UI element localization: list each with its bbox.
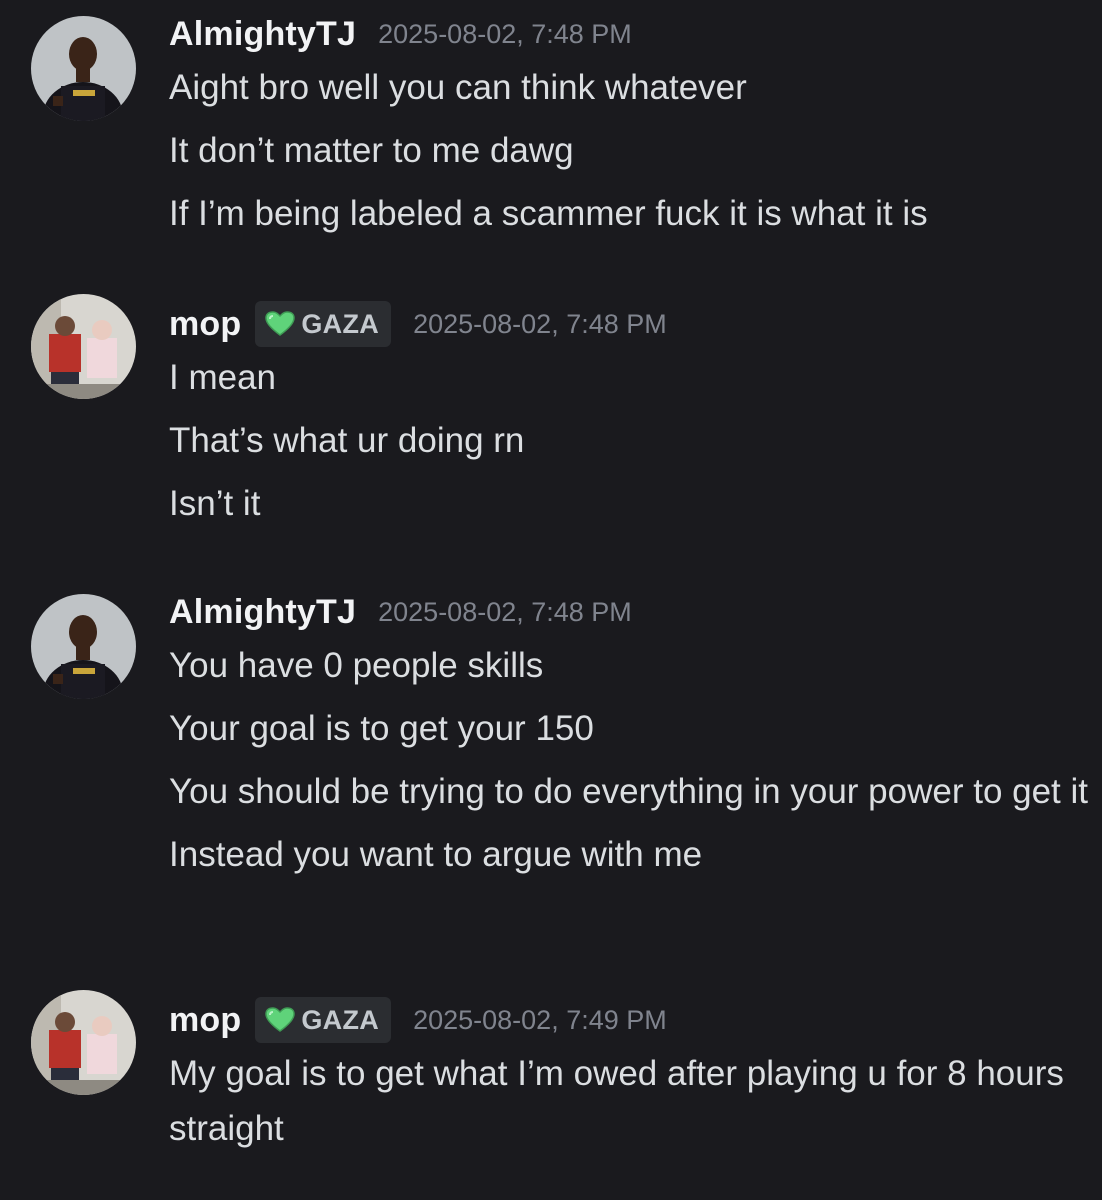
avatar[interactable]	[31, 594, 136, 699]
message-lines: I mean That’s what ur doing rn Isn’t it	[169, 350, 1089, 539]
timestamp[interactable]: 2025-08-02, 7:49 PM	[413, 1005, 667, 1036]
avatar[interactable]	[31, 990, 136, 1095]
message-line[interactable]: You have 0 people skills	[169, 638, 1089, 693]
avatar-photo-icon	[31, 294, 136, 399]
message-header: mop GAZA 2025-08-02, 7:48 PM	[169, 301, 667, 347]
server-tag[interactable]: GAZA	[255, 301, 392, 347]
green-heart-icon	[265, 311, 296, 336]
username[interactable]: mop	[169, 1001, 241, 1040]
timestamp[interactable]: 2025-08-02, 7:48 PM	[413, 309, 667, 340]
message-lines: My goal is to get what I’m owed after pl…	[169, 1046, 1089, 1164]
message-line[interactable]: You should be trying to do everything in…	[169, 764, 1089, 819]
timestamp[interactable]: 2025-08-02, 7:48 PM	[378, 597, 632, 628]
avatar-person-icon	[31, 16, 136, 121]
message-line[interactable]: Your goal is to get your 150	[169, 701, 1089, 756]
message-line[interactable]: Aight bro well you can think whatever	[169, 60, 1089, 115]
username[interactable]: AlmightyTJ	[169, 15, 356, 54]
message-line[interactable]: That’s what ur doing rn	[169, 413, 1089, 468]
server-tag[interactable]: GAZA	[255, 997, 392, 1043]
message-lines: Aight bro well you can think whatever It…	[169, 60, 1089, 249]
server-tag-label: GAZA	[301, 308, 380, 339]
message-header: mop GAZA 2025-08-02, 7:49 PM	[169, 997, 667, 1043]
username[interactable]: AlmightyTJ	[169, 593, 356, 632]
green-heart-icon	[265, 1007, 296, 1032]
avatar-photo-icon	[31, 990, 136, 1095]
message-header: AlmightyTJ 2025-08-02, 7:48 PM	[169, 590, 632, 634]
message-lines: You have 0 people skills Your goal is to…	[169, 638, 1089, 890]
message-line[interactable]: Instead you want to argue with me	[169, 827, 1089, 882]
message-line[interactable]: It don’t matter to me dawg	[169, 123, 1089, 178]
timestamp[interactable]: 2025-08-02, 7:48 PM	[378, 19, 632, 50]
username[interactable]: mop	[169, 305, 241, 344]
message-header: AlmightyTJ 2025-08-02, 7:48 PM	[169, 12, 632, 56]
avatar-person-icon	[31, 594, 136, 699]
chat-message-list: AlmightyTJ 2025-08-02, 7:48 PM Aight bro…	[0, 0, 1102, 1200]
avatar[interactable]	[31, 16, 136, 121]
avatar[interactable]	[31, 294, 136, 399]
message-line[interactable]: If I’m being labeled a scammer fuck it i…	[169, 186, 1089, 241]
message-line[interactable]: I mean	[169, 350, 1089, 405]
message-line[interactable]: My goal is to get what I’m owed after pl…	[169, 1046, 1089, 1156]
message-line[interactable]: Isn’t it	[169, 476, 1089, 531]
server-tag-label: GAZA	[301, 1004, 380, 1035]
